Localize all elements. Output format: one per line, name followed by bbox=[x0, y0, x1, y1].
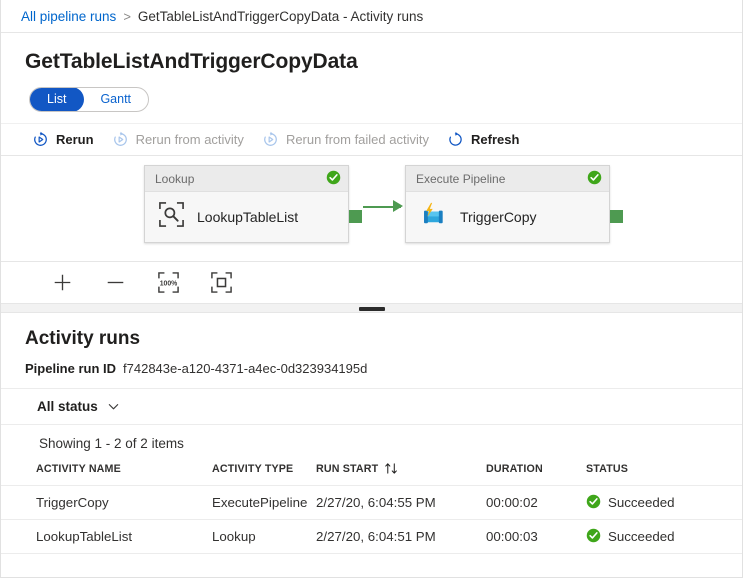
pipeline-node-lookup[interactable]: Lookup bbox=[144, 165, 349, 243]
cell-activity-type: ExecutePipeline bbox=[212, 486, 316, 520]
rerun-icon bbox=[32, 131, 49, 148]
lookup-magnifier-icon bbox=[158, 201, 185, 233]
activity-runs-table: ACTIVITY NAME ACTIVITY TYPE RUN START DU… bbox=[1, 462, 742, 554]
view-pivot: List Gantt bbox=[29, 87, 149, 112]
node-body-lookup: LookupTableList bbox=[145, 192, 348, 242]
cell-activity-name: LookupTableList bbox=[1, 520, 212, 554]
cell-status: Succeeded bbox=[586, 486, 742, 520]
node-output-port-lookup[interactable] bbox=[349, 210, 362, 223]
refresh-button[interactable]: Refresh bbox=[438, 125, 528, 155]
filter-row: All status bbox=[1, 389, 742, 425]
pipeline-run-id-value: f742843e-a120-4371-a4ec-0d323934195d bbox=[123, 361, 367, 376]
tab-list[interactable]: List bbox=[29, 87, 84, 112]
table-row[interactable]: LookupTableList Lookup 2/27/20, 6:04:51 … bbox=[1, 520, 742, 554]
cell-status: Succeeded bbox=[586, 520, 742, 554]
cell-run-start: 2/27/20, 6:04:51 PM bbox=[316, 520, 486, 554]
activity-runs-title: Activity runs bbox=[1, 313, 742, 350]
cell-activity-name: TriggerCopy bbox=[1, 486, 212, 520]
node-type-label: Lookup bbox=[155, 172, 194, 186]
column-header-status[interactable]: STATUS bbox=[586, 462, 742, 486]
connector-arrow-icon bbox=[393, 200, 403, 212]
column-header-run-start[interactable]: RUN START bbox=[316, 462, 486, 486]
panel-splitter[interactable] bbox=[1, 303, 742, 313]
status-filter-label: All status bbox=[37, 399, 98, 414]
tab-gantt[interactable]: Gantt bbox=[82, 87, 149, 112]
showing-count-text: Showing 1 - 2 of 2 items bbox=[1, 425, 742, 451]
breadcrumb-separator-icon: > bbox=[123, 9, 131, 24]
rerun-from-activity-icon bbox=[112, 131, 129, 148]
pipeline-node-execute-pipeline[interactable]: Execute Pipeline bbox=[405, 165, 610, 243]
command-bar: Rerun Rerun from activity Rerun from bbox=[1, 123, 742, 156]
canvas-zoom-toolbar: 100% bbox=[1, 261, 742, 303]
status-succeeded-icon bbox=[586, 528, 601, 546]
cell-duration: 00:00:03 bbox=[486, 520, 586, 554]
column-header-run-start-label: RUN START bbox=[316, 463, 378, 475]
chevron-down-icon bbox=[107, 400, 120, 413]
column-header-duration[interactable]: DURATION bbox=[486, 462, 586, 486]
column-header-activity-type[interactable]: ACTIVITY TYPE bbox=[212, 462, 316, 486]
zoom-reset-button[interactable]: 100% bbox=[149, 267, 187, 299]
node-name-lookup: LookupTableList bbox=[197, 209, 298, 225]
zoom-fit-to-screen-button[interactable] bbox=[202, 267, 240, 299]
node-header-execute-pipeline: Execute Pipeline bbox=[406, 166, 609, 192]
cell-activity-type: Lookup bbox=[212, 520, 316, 554]
rerun-from-activity-button[interactable]: Rerun from activity bbox=[103, 125, 253, 155]
breadcrumb: All pipeline runs > GetTableListAndTrigg… bbox=[1, 0, 742, 33]
execute-pipeline-icon bbox=[419, 200, 448, 234]
node-type-label: Execute Pipeline bbox=[416, 172, 505, 186]
zoom-in-button[interactable] bbox=[43, 267, 81, 299]
node-name-execute-pipeline: TriggerCopy bbox=[460, 209, 537, 225]
rerun-from-failed-activity-icon bbox=[262, 131, 279, 148]
svg-text:100%: 100% bbox=[159, 281, 177, 288]
cell-run-start: 2/27/20, 6:04:55 PM bbox=[316, 486, 486, 520]
rerun-from-failed-activity-label: Rerun from failed activity bbox=[286, 132, 429, 147]
rerun-from-failed-activity-button[interactable]: Rerun from failed activity bbox=[253, 125, 438, 155]
rerun-from-activity-label: Rerun from activity bbox=[136, 132, 244, 147]
breadcrumb-link-all-pipeline-runs[interactable]: All pipeline runs bbox=[21, 9, 116, 24]
status-filter-dropdown[interactable]: All status bbox=[31, 395, 126, 418]
pipeline-run-id-label: Pipeline run ID bbox=[25, 361, 116, 376]
splitter-grip-icon bbox=[359, 307, 385, 311]
status-badge: Succeeded bbox=[608, 529, 675, 544]
page-title: GetTableListAndTriggerCopyData bbox=[1, 33, 742, 74]
pipeline-run-id-row: Pipeline run ID f742843e-a120-4371-a4ec-… bbox=[1, 350, 742, 389]
node-header-lookup: Lookup bbox=[145, 166, 348, 192]
pipeline-canvas[interactable]: Lookup bbox=[1, 156, 742, 261]
cell-duration: 00:00:02 bbox=[486, 486, 586, 520]
refresh-icon bbox=[447, 131, 464, 148]
node-output-port-execute-pipeline[interactable] bbox=[610, 210, 623, 223]
rerun-button[interactable]: Rerun bbox=[23, 125, 103, 155]
status-badge: Succeeded bbox=[608, 495, 675, 510]
table-header-row: ACTIVITY NAME ACTIVITY TYPE RUN START DU… bbox=[1, 462, 742, 486]
column-header-activity-name[interactable]: ACTIVITY NAME bbox=[1, 462, 212, 486]
status-succeeded-icon bbox=[586, 494, 601, 512]
sort-ascending-descending-icon[interactable] bbox=[384, 462, 399, 475]
node-body-execute-pipeline: TriggerCopy bbox=[406, 192, 609, 242]
node-status-succeeded-icon bbox=[326, 170, 341, 188]
refresh-label: Refresh bbox=[471, 132, 519, 147]
breadcrumb-current: GetTableListAndTriggerCopyData - Activit… bbox=[138, 9, 423, 24]
rerun-label: Rerun bbox=[56, 132, 94, 147]
activity-runs-page: All pipeline runs > GetTableListAndTrigg… bbox=[0, 0, 743, 578]
node-status-succeeded-icon bbox=[587, 170, 602, 188]
view-pivot-container: List Gantt bbox=[1, 74, 742, 112]
zoom-out-button[interactable] bbox=[96, 267, 134, 299]
table-row[interactable]: TriggerCopy ExecutePipeline 2/27/20, 6:0… bbox=[1, 486, 742, 520]
